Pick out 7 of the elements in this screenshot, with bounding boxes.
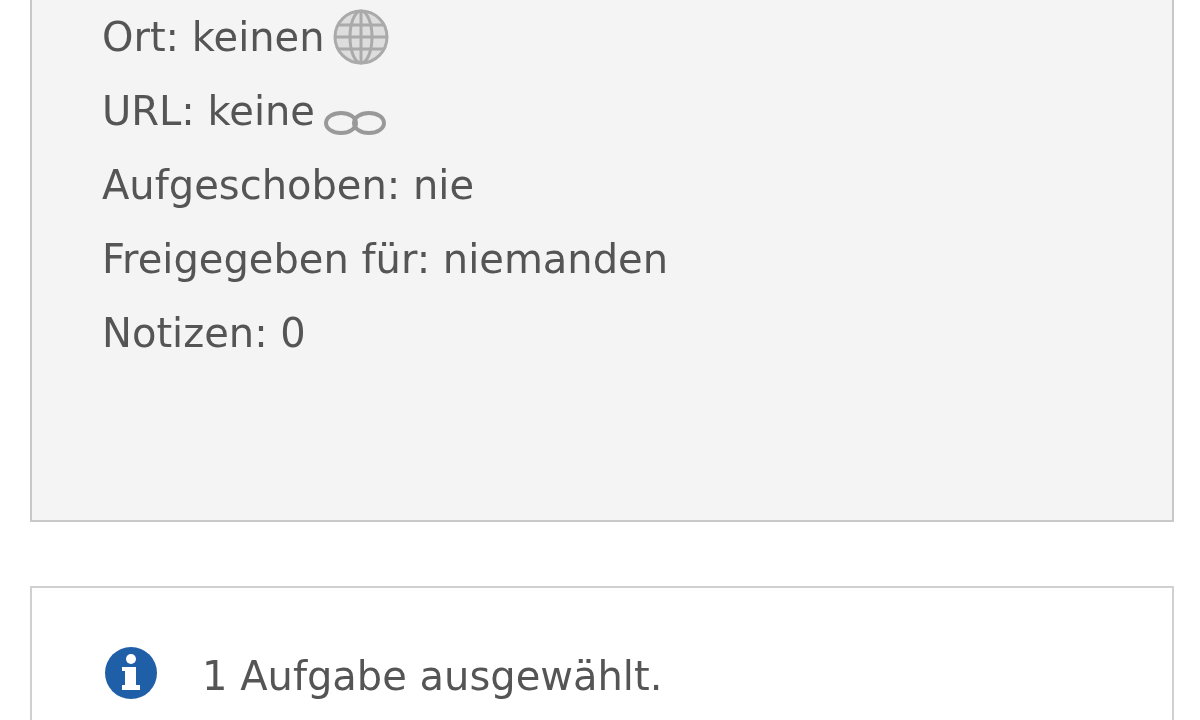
status-text: 1 Aufgabe ausgewählt. — [202, 652, 663, 701]
detail-text: Freigegeben für: niemanden — [102, 236, 669, 282]
info-icon — [104, 646, 158, 700]
detail-text: Notizen: 0 — [102, 310, 306, 356]
detail-text: Aufgeschoben: nie — [102, 162, 475, 208]
detail-text: Ort: keinen — [102, 14, 325, 60]
detail-text: URL: keine — [102, 88, 315, 134]
